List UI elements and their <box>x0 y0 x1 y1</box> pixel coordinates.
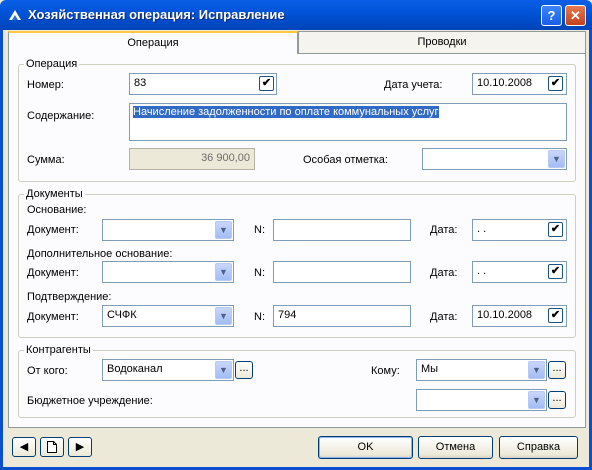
content-value: Начисление задолженности по оплате комму… <box>133 106 439 118</box>
budget-dropdown-icon[interactable]: ▼ <box>528 391 545 409</box>
extra-basis-date-value: . . <box>477 265 487 277</box>
document-icon <box>47 441 57 453</box>
basis-doc-label: Документ: <box>27 224 79 236</box>
extra-basis-doc-dropdown-icon[interactable]: ▼ <box>215 263 232 281</box>
documents-group-title: Документы <box>24 188 85 200</box>
basis-date-label: Дата: <box>430 224 458 236</box>
confirmation-date-checkbox[interactable]: ✔ <box>548 308 563 323</box>
mark-dropdown-icon[interactable]: ▼ <box>548 150 565 168</box>
title-bar[interactable]: Хозяйственная операция: Исправление ? ✕ <box>0 0 592 30</box>
confirmation-date-label: Дата: <box>430 311 458 323</box>
date-label: Дата учета: <box>384 79 443 91</box>
confirmation-section-label: Подтверждение: <box>27 291 112 303</box>
next-icon: ▶ <box>75 441 85 453</box>
date-checkbox[interactable]: ✔ <box>548 76 563 91</box>
sum-label: Сумма: <box>27 154 65 166</box>
sum-value: 36 900,00 <box>201 152 250 164</box>
close-button[interactable]: ✕ <box>565 5 586 26</box>
from-value: Водоканал <box>107 363 163 375</box>
counterparts-group-title: Контрагенты <box>24 344 93 356</box>
app-icon <box>9 10 21 20</box>
extra-basis-doc-label: Документ: <box>27 267 79 279</box>
basis-n-field[interactable] <box>273 219 411 241</box>
prev-icon: ◀ <box>19 441 29 453</box>
from-label: От кого: <box>27 365 68 377</box>
from-dropdown-icon[interactable]: ▼ <box>215 361 232 379</box>
number-label: Номер: <box>27 79 64 91</box>
number-value: 83 <box>134 77 147 89</box>
to-browse-button[interactable]: ... <box>548 361 566 379</box>
basis-date-value: . . <box>477 223 487 235</box>
next-record-button[interactable]: ▶ <box>68 437 92 457</box>
mark-select[interactable] <box>422 148 567 170</box>
from-browse-button[interactable]: ... <box>235 361 253 379</box>
confirmation-date-value: 10.10.2008 <box>477 309 533 321</box>
extra-basis-date-checkbox[interactable]: ✔ <box>548 264 563 279</box>
cancel-button[interactable]: Отмена <box>418 436 493 459</box>
ok-button[interactable]: OK <box>318 436 413 459</box>
budget-browse-button[interactable]: ... <box>548 391 566 409</box>
number-field[interactable]: 83 <box>129 73 277 95</box>
help-title-button[interactable]: ? <box>541 5 562 26</box>
sum-field: 36 900,00 <box>129 148 255 170</box>
confirmation-doc-dropdown-icon[interactable]: ▼ <box>215 307 232 325</box>
budget-label: Бюджетное учреждение: <box>27 395 153 407</box>
extra-basis-n-label: N: <box>254 267 265 279</box>
to-dropdown-icon[interactable]: ▼ <box>528 361 545 379</box>
mark-label: Особая отметка: <box>303 154 388 166</box>
to-value: Мы <box>421 363 439 375</box>
content-field[interactable]: Начисление задолженности по оплате комму… <box>129 103 567 141</box>
extra-basis-section-label: Дополнительное основание: <box>27 248 173 260</box>
operation-group-title: Операция <box>24 58 80 70</box>
confirmation-doc-value: СЧФК <box>107 309 137 321</box>
date-value: 10.10.2008 <box>477 77 533 89</box>
number-checkbox[interactable]: ✔ <box>259 76 274 91</box>
help-button[interactable]: Справка <box>499 436 578 459</box>
basis-section-label: Основание: <box>27 204 87 216</box>
basis-doc-dropdown-icon[interactable]: ▼ <box>215 221 232 239</box>
confirmation-n-field[interactable]: 794 <box>273 305 411 327</box>
confirmation-n-label: N: <box>254 311 265 323</box>
basis-date-checkbox[interactable]: ✔ <box>548 222 563 237</box>
new-record-button[interactable] <box>40 437 64 457</box>
prev-record-button[interactable]: ◀ <box>12 437 36 457</box>
tab-postings[interactable]: Проводки <box>298 31 586 53</box>
tab-operation[interactable]: Операция <box>8 31 298 54</box>
extra-basis-date-label: Дата: <box>430 267 458 279</box>
content-label: Содержание: <box>27 110 95 122</box>
window-title: Хозяйственная операция: Исправление <box>28 7 285 22</box>
confirmation-n-value: 794 <box>278 309 297 321</box>
confirmation-doc-label: Документ: <box>27 311 79 323</box>
to-label: Кому: <box>371 365 400 377</box>
basis-n-label: N: <box>254 224 265 236</box>
extra-basis-n-field[interactable] <box>273 261 411 283</box>
